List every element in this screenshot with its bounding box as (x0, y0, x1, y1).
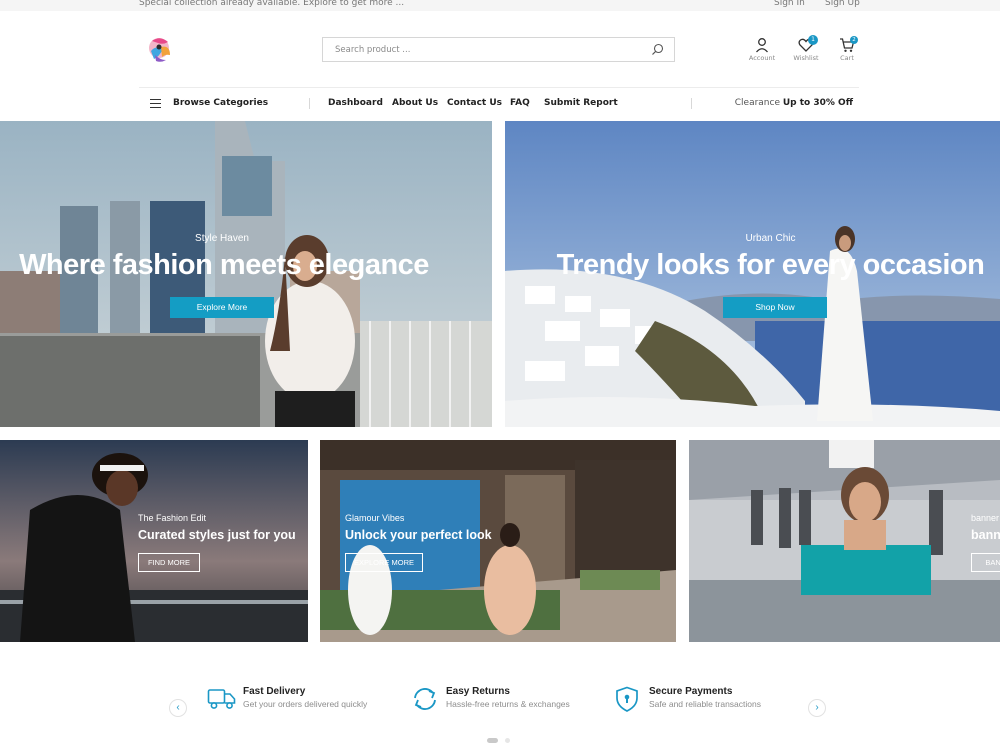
feature-title: Easy Returns (446, 686, 510, 697)
feature-title: Secure Payments (649, 686, 733, 697)
pagination-dot[interactable] (505, 738, 510, 743)
card-title: Unlock your perfect look (345, 528, 492, 542)
card-title: banner (971, 528, 1000, 542)
shop-now-button[interactable]: Shop Now (723, 297, 827, 318)
wishlist-label: Wishlist (793, 54, 819, 62)
card-image-corridor (689, 440, 1000, 642)
promo-card-banner[interactable]: banner banner BANNER (689, 440, 1000, 642)
user-icon (756, 38, 768, 53)
menu-icon[interactable] (150, 99, 161, 109)
brand-logo[interactable] (146, 33, 174, 65)
banner-button[interactable]: BANNER (971, 553, 1000, 572)
hero-kicker: Urban Chic (745, 233, 796, 244)
nav-link-submit-report[interactable]: Submit Report (544, 98, 618, 108)
shield-lock-icon (616, 686, 638, 712)
explore-more-card-button[interactable]: EXPLORE MORE (345, 553, 423, 572)
top-announcement-bar: Special collection already available. Ex… (0, 0, 1000, 11)
promo-card-fashion-edit[interactable]: The Fashion Edit Curated styles just for… (0, 440, 308, 642)
hero-headline: Trendy looks for every occasion (556, 249, 985, 281)
wishlist-count-badge: 1 (808, 35, 818, 45)
sign-up-link[interactable]: Sign Up (825, 0, 860, 8)
nav-link-contact-us[interactable]: Contact Us (447, 98, 502, 108)
account-button[interactable]: Account (742, 37, 782, 67)
account-label: Account (748, 54, 776, 62)
card-kicker: banner (971, 513, 1000, 523)
hero-banner-urban-chic[interactable]: Urban Chic Trendy looks for every occasi… (505, 121, 1000, 427)
returns-icon (414, 688, 436, 710)
pagination-dot-active[interactable] (487, 738, 498, 743)
carousel-next-button[interactable]: › (808, 699, 826, 717)
sign-in-link[interactable]: Sign In (774, 0, 805, 8)
clearance-promo[interactable]: Clearance Up to 30% Off (735, 98, 853, 108)
nav-separator (691, 98, 692, 109)
feature-title: Fast Delivery (243, 686, 306, 697)
nav-link-about-us[interactable]: About Us (392, 98, 438, 108)
find-more-button[interactable]: FIND MORE (138, 553, 200, 572)
card-kicker: The Fashion Edit (138, 513, 207, 523)
promo-card-glamour-vibes[interactable]: Glamour Vibes Unlock your perfect look E… (320, 440, 676, 642)
hero-banner-style-haven[interactable]: Style Haven Where fashion meets elegance… (0, 121, 492, 427)
hero-kicker: Style Haven (195, 233, 249, 244)
promo-text: Special collection already available. Ex… (139, 0, 405, 8)
nav-separator (309, 98, 310, 109)
truck-icon (207, 689, 236, 709)
nav-link-dashboard[interactable]: Dashboard (328, 98, 383, 108)
search-input[interactable] (323, 38, 643, 61)
main-navigation: Browse Categories Dashboard About Us Con… (139, 88, 859, 119)
feature-description: Get your orders delivered quickly (243, 699, 368, 709)
wishlist-button[interactable]: 1 Wishlist (786, 35, 826, 67)
card-kicker: Glamour Vibes (345, 513, 405, 523)
cart-label: Cart (840, 54, 854, 62)
explore-more-button[interactable]: Explore More (170, 297, 274, 318)
logo-mark-icon (149, 38, 170, 62)
cart-count-badge: 2 (850, 36, 858, 44)
hero-headline: Where fashion meets elegance (19, 249, 429, 281)
browse-categories-button[interactable]: Browse Categories (173, 98, 268, 108)
search-icon[interactable] (651, 43, 664, 56)
card-title: Curated styles just for you (138, 528, 296, 542)
clearance-label: Clearance (734, 98, 780, 108)
carousel-prev-button[interactable]: ‹ (169, 699, 187, 717)
clearance-offer: Up to 30% Off (782, 98, 853, 108)
feature-description: Hassle-free returns & exchanges (446, 699, 570, 709)
cart-button[interactable]: 2 Cart (827, 36, 867, 67)
nav-link-faq[interactable]: FAQ (510, 98, 530, 108)
search-box (322, 37, 675, 62)
feature-description: Safe and reliable transactions (649, 699, 761, 709)
